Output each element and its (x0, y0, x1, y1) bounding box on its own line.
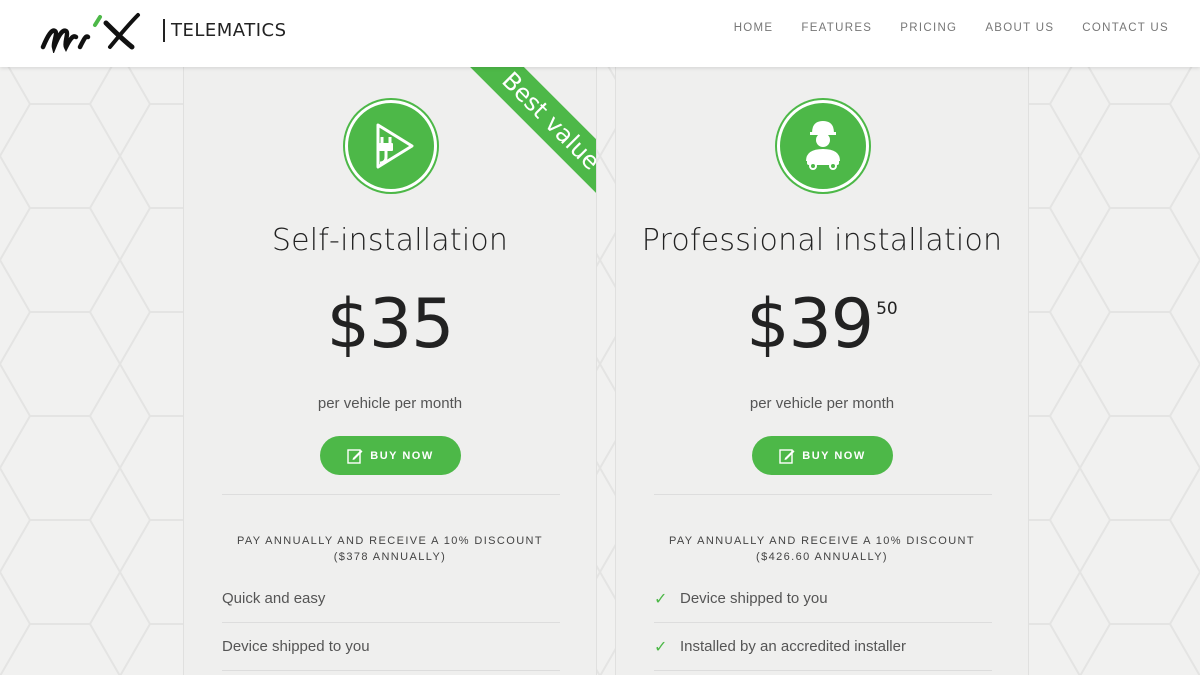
plan-title: Self-installation (271, 223, 509, 258)
price-cents: 50 (876, 299, 898, 319)
discount-line: PAY ANNUALLY AND RECEIVE A 10% DISCOUNT (236, 535, 544, 547)
nav-contact-us[interactable]: CONTACT US (1082, 22, 1169, 34)
discount-amount: ($426.60 ANNUALLY) (756, 551, 888, 563)
feature-item: Device shipped to you (222, 623, 560, 671)
feature-item: ✓ Device shipped to you (654, 575, 992, 623)
nav-pricing[interactable]: PRICING (900, 22, 957, 34)
nav-about-us[interactable]: ABOUT US (985, 22, 1054, 34)
plan-price: $39 50 (616, 285, 1028, 364)
feature-label: Device shipped to you (680, 590, 828, 607)
divider (222, 494, 560, 495)
discount-line: PAY ANNUALLY AND RECEIVE A 10% DISCOUNT (668, 535, 976, 547)
divider (654, 494, 992, 495)
plan-price: $35 (184, 285, 596, 364)
check-icon: ✓ (654, 638, 668, 656)
price-amount: $39 (746, 285, 874, 364)
buy-now-button[interactable]: BUY NOW (752, 436, 893, 475)
plan-title: Professional installation (641, 223, 1003, 258)
annual-discount: PAY ANNUALLY AND RECEIVE A 10% DISCOUNT … (616, 533, 1028, 565)
buy-now-label: BUY NOW (370, 449, 434, 462)
play-plug-icon (345, 100, 437, 192)
plan-card-self-installation: Best value Self-installation $35 per veh… (183, 67, 597, 675)
installer-icon (777, 100, 869, 192)
plan-card-professional-installation: Professional installation $39 50 per vehi… (615, 67, 1029, 675)
main-nav: HOME FEATURES PRICING ABOUT US CONTACT U… (706, 22, 1169, 34)
mix-logo[interactable] (40, 9, 150, 53)
buy-now-label: BUY NOW (802, 449, 866, 462)
logo-text: TELEMATICS (171, 20, 287, 41)
feature-label: Device shipped to you (222, 638, 370, 655)
price-amount: $35 (326, 285, 455, 364)
buy-now-button[interactable]: BUY NOW (320, 436, 461, 475)
nav-features[interactable]: FEATURES (801, 22, 872, 34)
check-icon: ✓ (654, 590, 668, 608)
feature-item: Quick and easy (222, 575, 560, 623)
annual-discount: PAY ANNUALLY AND RECEIVE A 10% DISCOUNT … (184, 533, 596, 565)
edit-icon (779, 448, 795, 464)
feature-item: ✓ Installed by an accredited installer (654, 623, 992, 671)
ribbon-label: Best value (466, 67, 596, 202)
price-unit: per vehicle per month (749, 395, 895, 412)
price-unit: per vehicle per month (317, 395, 463, 412)
logo-separator (163, 19, 165, 42)
feature-label: Installed by an accredited installer (680, 638, 906, 655)
feature-label: Quick and easy (222, 590, 326, 607)
nav-home[interactable]: HOME (734, 22, 774, 34)
site-header: TELEMATICS HOME FEATURES PRICING ABOUT U… (0, 0, 1200, 67)
discount-amount: ($378 ANNUALLY) (333, 551, 447, 563)
best-value-ribbon: Best value (461, 67, 596, 202)
edit-icon (347, 448, 363, 464)
